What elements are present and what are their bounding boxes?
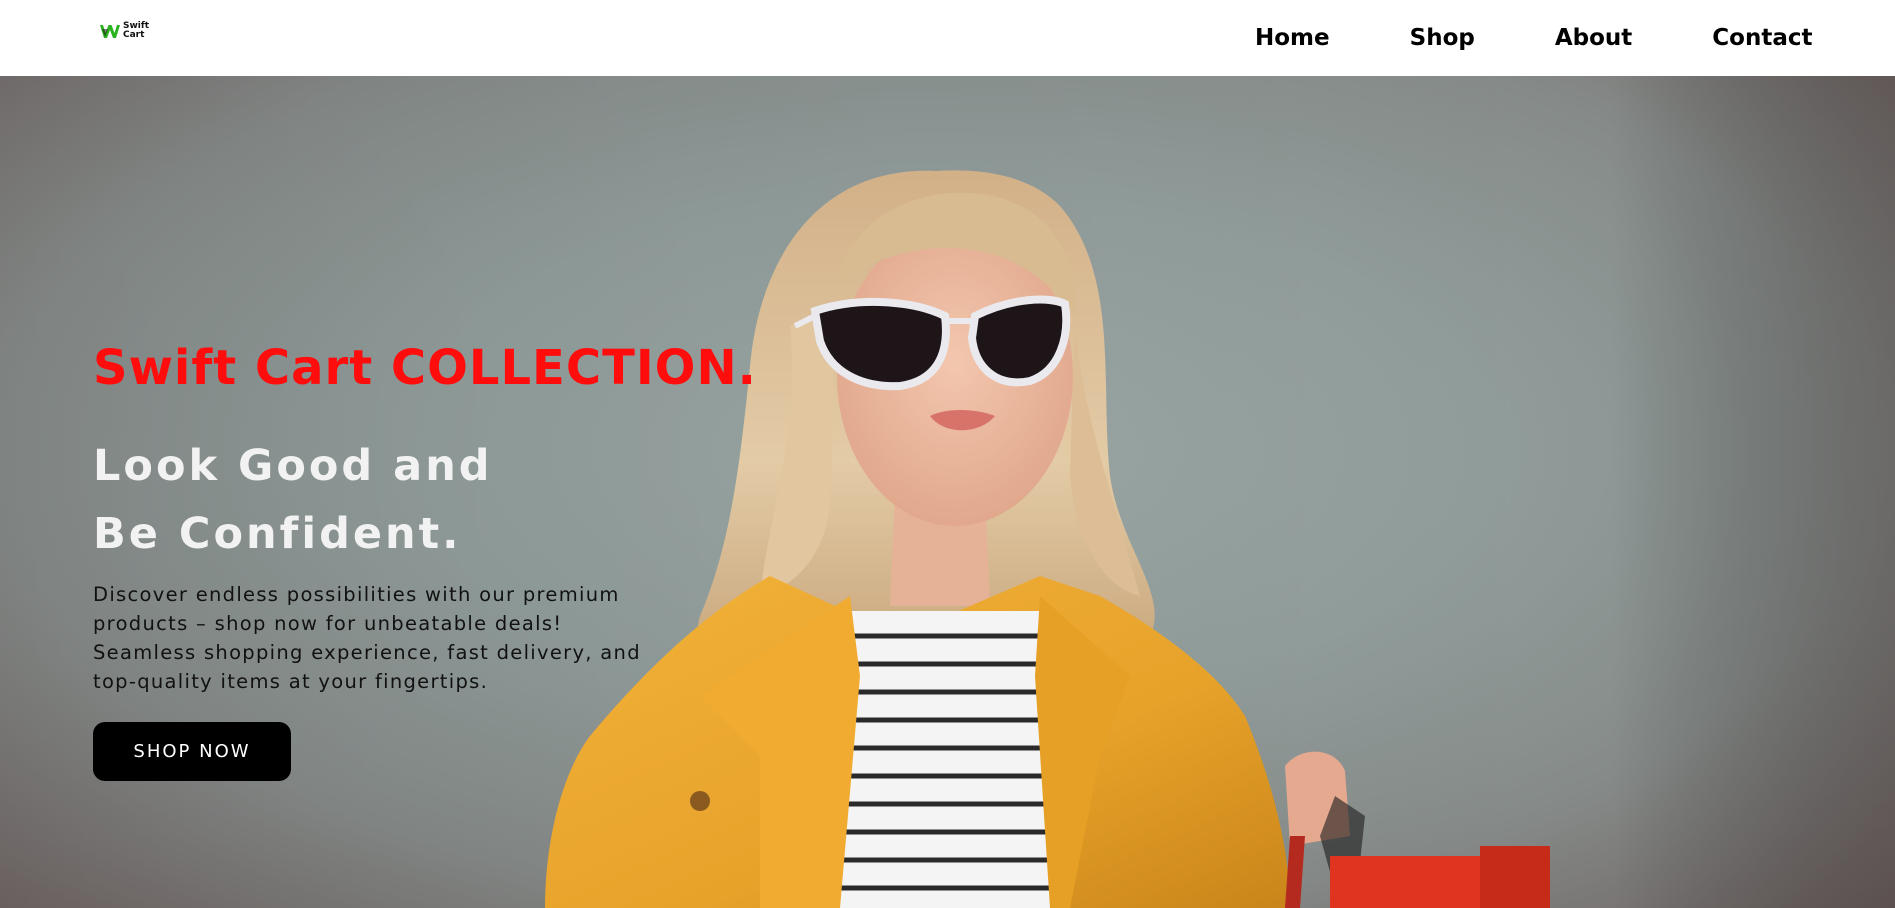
- nav-link-home[interactable]: Home: [1255, 25, 1330, 51]
- hero-subtitle: Look Good and Be Confident.: [93, 432, 753, 568]
- logo-text-line2: Cart: [123, 30, 145, 40]
- logo[interactable]: Swift Cart: [99, 20, 149, 42]
- nav-link-contact[interactable]: Contact: [1712, 25, 1812, 51]
- main-nav: Home Shop About Contact: [1255, 0, 1812, 76]
- navbar: Swift Cart Home Shop About Contact: [0, 0, 1895, 76]
- hero-content: Swift Cart COLLECTION. Look Good and Be …: [93, 340, 757, 781]
- hero-description: Discover endless possibilities with our …: [93, 582, 641, 693]
- hero-subtitle-line1: Look Good and: [93, 440, 493, 491]
- hero-subtitle-line2: Be Confident.: [93, 508, 462, 559]
- logo-wordmark: Swift Cart: [123, 22, 149, 40]
- nav-link-shop[interactable]: Shop: [1410, 25, 1475, 51]
- nav-link-about[interactable]: About: [1555, 25, 1632, 51]
- shop-now-button[interactable]: SHOP NOW: [93, 721, 291, 781]
- hero-banner: Swift Cart COLLECTION. Look Good and Be …: [0, 76, 1895, 908]
- swift-cart-logo-icon: [100, 25, 120, 38]
- hero-title: Swift Cart COLLECTION.: [93, 340, 757, 396]
